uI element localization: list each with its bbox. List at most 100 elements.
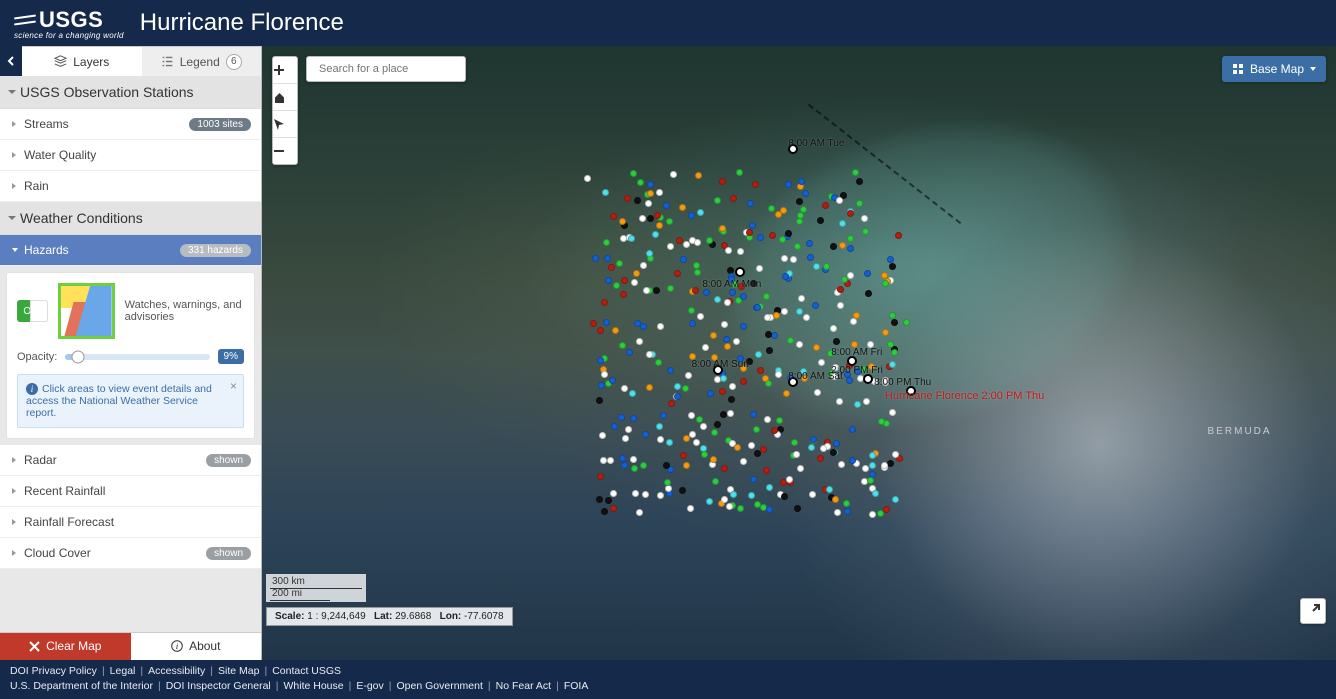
- home-button[interactable]: [273, 84, 297, 111]
- station-dot[interactable]: [882, 329, 889, 336]
- station-dot[interactable]: [769, 232, 776, 239]
- station-dot[interactable]: [802, 190, 809, 197]
- station-dot[interactable]: [656, 423, 663, 430]
- station-dot[interactable]: [781, 493, 788, 500]
- station-dot[interactable]: [750, 476, 757, 483]
- station-dot[interactable]: [836, 398, 843, 405]
- about-button[interactable]: i About: [131, 633, 262, 660]
- station-dot[interactable]: [701, 451, 708, 458]
- station-dot[interactable]: [653, 287, 660, 294]
- station-dot[interactable]: [621, 462, 628, 469]
- station-dot[interactable]: [826, 486, 833, 493]
- station-dot[interactable]: [637, 179, 644, 186]
- station-dot[interactable]: [714, 421, 721, 428]
- station-dot[interactable]: [680, 256, 687, 263]
- station-dot[interactable]: [642, 491, 649, 498]
- station-dot[interactable]: [877, 510, 884, 517]
- station-dot[interactable]: [796, 218, 803, 225]
- station-dot[interactable]: [737, 248, 744, 255]
- station-dot[interactable]: [710, 332, 717, 339]
- station-dot[interactable]: [889, 409, 896, 416]
- locate-button[interactable]: [273, 111, 297, 138]
- station-dot[interactable]: [657, 323, 664, 330]
- station-dot[interactable]: [776, 417, 783, 424]
- station-dot[interactable]: [849, 426, 856, 433]
- station-dot[interactable]: [796, 308, 803, 315]
- station-dot[interactable]: [762, 375, 769, 382]
- station-dot[interactable]: [889, 361, 896, 368]
- station-dot[interactable]: [657, 436, 664, 443]
- station-dot[interactable]: [833, 440, 840, 447]
- station-dot[interactable]: [891, 319, 898, 326]
- station-dot[interactable]: [797, 465, 804, 472]
- footer-link[interactable]: White House: [284, 680, 344, 692]
- station-dot[interactable]: [837, 286, 844, 293]
- station-dot[interactable]: [730, 195, 737, 202]
- station-dot[interactable]: [737, 505, 744, 512]
- tab-legend[interactable]: Legend 6: [142, 46, 262, 76]
- station-dot[interactable]: [832, 496, 839, 503]
- layer-hazards[interactable]: Hazards 331 hazards: [0, 235, 261, 266]
- station-dot[interactable]: [869, 452, 876, 459]
- section-observation-stations[interactable]: USGS Observation Stations: [0, 76, 261, 109]
- station-dot[interactable]: [612, 327, 619, 334]
- station-dot[interactable]: [830, 243, 837, 250]
- station-dot[interactable]: [601, 371, 608, 378]
- station-dot[interactable]: [810, 436, 817, 443]
- station-dot[interactable]: [728, 396, 735, 403]
- station-dot[interactable]: [889, 263, 896, 270]
- station-dot[interactable]: [609, 377, 616, 384]
- station-dot[interactable]: [679, 204, 686, 211]
- station-dot[interactable]: [809, 491, 816, 498]
- station-dot[interactable]: [895, 232, 902, 239]
- opacity-slider[interactable]: [65, 354, 209, 360]
- station-dot[interactable]: [720, 375, 727, 382]
- station-dot[interactable]: [846, 377, 853, 384]
- footer-link[interactable]: E-gov: [356, 680, 383, 692]
- station-dot[interactable]: [847, 235, 854, 242]
- station-dot[interactable]: [869, 462, 876, 469]
- station-dot[interactable]: [630, 456, 637, 463]
- station-dot[interactable]: [645, 200, 652, 207]
- basemap-button[interactable]: Base Map: [1222, 56, 1326, 82]
- station-dot[interactable]: [763, 293, 770, 300]
- station-dot[interactable]: [817, 455, 824, 462]
- station-dot[interactable]: [749, 222, 756, 229]
- station-dot[interactable]: [808, 444, 815, 451]
- station-dot[interactable]: [685, 372, 692, 379]
- station-dot[interactable]: [725, 247, 732, 254]
- station-dot[interactable]: [633, 270, 640, 277]
- station-dot[interactable]: [640, 323, 647, 330]
- station-dot[interactable]: [629, 390, 636, 397]
- station-dot[interactable]: [847, 272, 854, 279]
- station-dot[interactable]: [837, 302, 844, 309]
- station-dot[interactable]: [796, 341, 803, 348]
- station-dot[interactable]: [752, 181, 759, 188]
- station-dot[interactable]: [800, 206, 807, 213]
- station-dot[interactable]: [841, 276, 848, 283]
- station-dot[interactable]: [844, 508, 851, 515]
- station-dot[interactable]: [610, 213, 617, 220]
- station-dot[interactable]: [711, 429, 718, 436]
- station-dot[interactable]: [590, 320, 597, 327]
- station-dot[interactable]: [719, 388, 726, 395]
- station-dot[interactable]: [862, 228, 869, 235]
- station-dot[interactable]: [652, 231, 659, 238]
- station-dot[interactable]: [791, 439, 798, 446]
- station-dot[interactable]: [872, 490, 879, 497]
- station-dot[interactable]: [803, 314, 810, 321]
- station-dot[interactable]: [753, 426, 760, 433]
- station-dot[interactable]: [833, 338, 840, 345]
- station-dot[interactable]: [642, 431, 649, 438]
- station-dot[interactable]: [794, 243, 801, 250]
- station-dot[interactable]: [674, 270, 681, 277]
- station-dot[interactable]: [666, 439, 673, 446]
- station-dot[interactable]: [640, 462, 647, 469]
- station-dot[interactable]: [605, 497, 612, 504]
- station-dot[interactable]: [706, 498, 713, 505]
- station-dot[interactable]: [655, 359, 662, 366]
- station-dot[interactable]: [597, 327, 604, 334]
- clear-map-button[interactable]: Clear Map: [0, 633, 131, 660]
- station-dot[interactable]: [695, 172, 702, 179]
- station-dot[interactable]: [823, 263, 830, 270]
